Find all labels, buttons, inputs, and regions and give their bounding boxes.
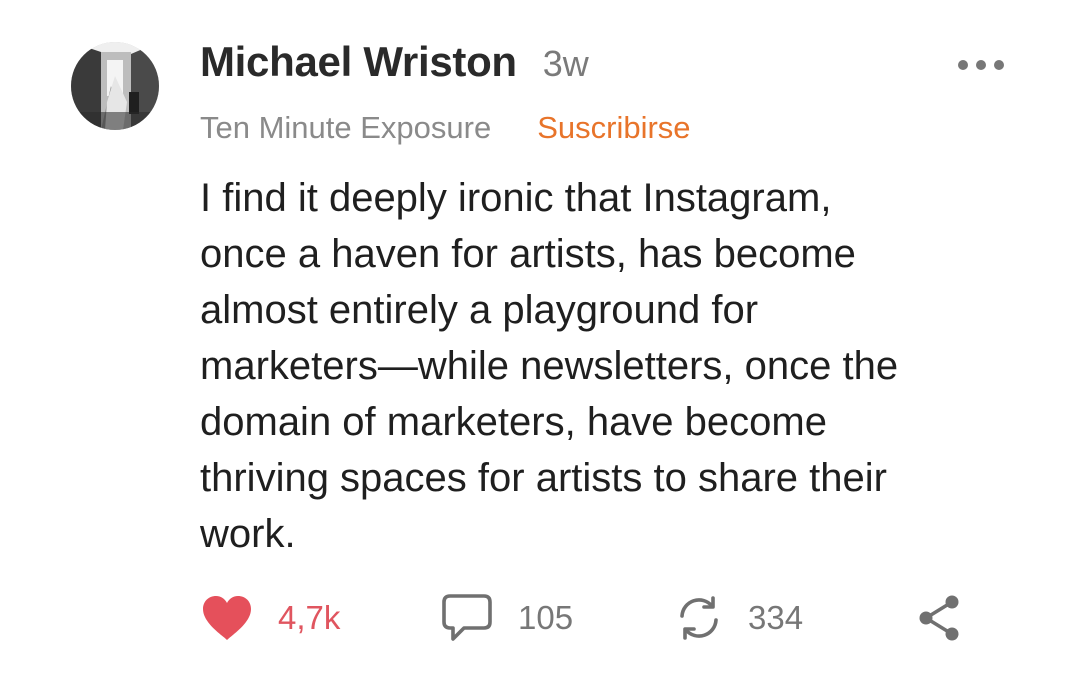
share-icon [919,595,959,641]
more-dots-icon [994,60,1004,70]
restack-arrows-icon [680,596,718,640]
comment-count: 105 [518,599,574,636]
more-options-button[interactable] [958,52,1004,78]
post-body: I find it deeply ironic that Instagram, … [200,176,899,556]
restack-button[interactable]: 334 [674,588,803,648]
post-actions: 4,7k 105 334 [200,588,980,648]
restack-count: 334 [748,599,804,636]
avatar-photo [71,42,159,130]
post-timestamp: 3w [542,43,589,84]
author-line: Michael Wriston 3w [200,38,589,94]
comment-bubble-icon [442,594,492,641]
avatar[interactable] [71,42,159,130]
subscribe-button[interactable]: Suscribirse [537,110,690,146]
comment-button[interactable]: 105 [440,588,573,648]
like-button[interactable]: 4,7k [200,588,340,648]
like-count: 4,7k [278,599,341,636]
publication-line: Ten Minute Exposure Suscribirse [200,110,691,150]
share-button[interactable] [914,588,964,648]
publication-name[interactable]: Ten Minute Exposure [200,110,491,146]
author-name[interactable]: Michael Wriston [200,38,517,86]
more-dots-icon [976,60,986,70]
more-dots-icon [958,60,968,70]
heart-icon [203,596,251,640]
